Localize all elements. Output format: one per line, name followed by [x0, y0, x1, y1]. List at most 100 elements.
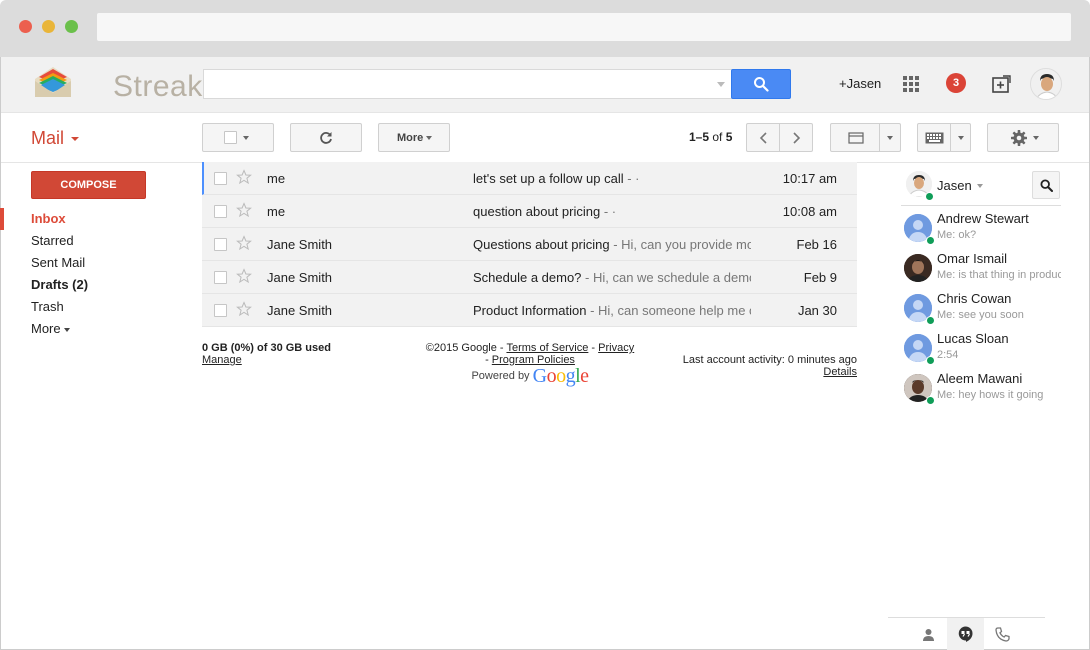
app-header: Streak +Jasen 3	[1, 57, 1089, 113]
sidebar-item-more[interactable]: More	[0, 318, 190, 340]
compose-button[interactable]: COMPOSE	[31, 171, 146, 199]
refresh-button[interactable]	[290, 123, 362, 152]
footer-legal: ©2015 Google - Terms of Service - Privac…	[410, 342, 650, 386]
hangouts-quote-icon	[958, 626, 973, 642]
sidebar-item-drafts[interactable]: Drafts (2)	[0, 274, 190, 296]
search-options-caret-icon[interactable]	[717, 82, 725, 87]
email-subject-snippet: question about pricing - ·	[473, 204, 751, 219]
star-icon[interactable]	[236, 268, 252, 284]
online-status-icon	[925, 192, 934, 201]
streak-logo[interactable]: Streak	[33, 63, 202, 103]
sidebar-more-caret-icon	[63, 327, 70, 332]
search-input[interactable]	[203, 69, 733, 99]
settings-button[interactable]	[987, 123, 1059, 152]
online-status-icon	[926, 396, 935, 405]
hangouts-me[interactable]: Jasen	[901, 168, 1061, 206]
chevron-right-icon	[793, 132, 801, 144]
contact-avatar	[904, 254, 932, 282]
star-icon[interactable]	[236, 235, 252, 251]
settings-caret-icon	[1033, 136, 1039, 140]
search-icon	[754, 77, 769, 92]
google-plus-profile-link[interactable]: +Jasen	[839, 76, 881, 91]
hangouts-search-button[interactable]	[1032, 171, 1060, 199]
row-checkbox[interactable]	[214, 172, 227, 185]
sidebar-item-starred[interactable]: Starred	[0, 230, 190, 252]
select-all-button[interactable]	[202, 123, 274, 152]
sidebar-item-inbox[interactable]: Inbox	[0, 208, 190, 230]
phone-tab[interactable]	[984, 618, 1021, 650]
activity-details-link[interactable]: Details	[823, 366, 857, 378]
hangouts-contact[interactable]: Andrew Stewart Me: ok?	[901, 206, 1061, 246]
email-subject: Questions about pricing	[473, 237, 610, 252]
hangouts-contact[interactable]: Chris Cowan Me: see you soon	[901, 286, 1061, 326]
star-icon[interactable]	[236, 202, 252, 218]
split-pane-icon	[848, 132, 864, 144]
email-date: 10:17 am	[782, 171, 837, 186]
split-pane-button[interactable]	[830, 123, 880, 152]
sidebar-item-sent-mail[interactable]: Sent Mail	[0, 252, 190, 274]
storage-info: 0 GB (0%) of 30 GB used Manage	[202, 342, 331, 366]
storage-usage: 0 GB (0%) of 30 GB used	[202, 342, 331, 354]
contact-status: 2:54	[937, 349, 959, 361]
apps-grid-icon[interactable]	[903, 76, 919, 92]
table-row[interactable]: Jane Smith Product Information - Hi, can…	[202, 294, 857, 327]
window-maximize-button[interactable]	[65, 20, 78, 33]
phone-icon	[995, 627, 1010, 642]
share-plus-icon[interactable]	[991, 74, 1011, 94]
hangouts-me-name: Jasen	[937, 178, 972, 193]
input-tools-button[interactable]	[917, 123, 951, 152]
contact-name: Aleem Mawani	[937, 371, 1023, 386]
hangouts-contact[interactable]: Omar Ismail Me: is that thing in product…	[901, 246, 1061, 286]
newer-page-button[interactable]	[746, 123, 780, 152]
online-status-icon	[926, 236, 935, 245]
person-icon	[923, 629, 934, 641]
keyboard-icon	[925, 132, 944, 144]
powered-by: Powered by Google	[410, 366, 650, 386]
older-page-button[interactable]	[779, 123, 813, 152]
more-actions-button[interactable]: More	[378, 123, 450, 152]
mail-app-switcher[interactable]: Mail	[31, 128, 64, 149]
row-checkbox[interactable]	[214, 205, 227, 218]
email-snippet: - ·	[623, 171, 640, 186]
email-snippet: - Hi, can someone help me c	[586, 303, 751, 318]
footer-separator: -	[588, 342, 599, 354]
select-all-checkbox[interactable]	[224, 131, 237, 144]
email-date: Jan 30	[797, 303, 837, 318]
input-tools-dropdown[interactable]	[950, 123, 971, 152]
email-subject: Product Information	[473, 303, 587, 318]
split-pane-dropdown[interactable]	[879, 123, 901, 152]
hangouts-me-caret-icon	[977, 184, 983, 188]
account-activity: Last account activity: 0 minutes ago Det…	[683, 354, 857, 378]
terms-link[interactable]: Terms of Service	[506, 342, 588, 354]
hangouts-tab[interactable]	[947, 618, 984, 650]
table-row[interactable]: Jane Smith Schedule a demo? - Hi, can we…	[202, 261, 857, 294]
contact-status: Me: is that thing in production	[937, 269, 1061, 281]
table-row[interactable]: me question about pricing - · 10:08 am	[202, 195, 857, 228]
account-avatar[interactable]	[1030, 68, 1062, 100]
row-checkbox[interactable]	[214, 271, 227, 284]
star-icon[interactable]	[236, 301, 252, 317]
privacy-link[interactable]: Privacy	[598, 342, 634, 354]
contact-name: Omar Ismail	[937, 251, 1008, 266]
address-bar[interactable]	[97, 13, 1071, 41]
select-caret-icon	[243, 136, 249, 140]
star-icon[interactable]	[236, 169, 252, 185]
sidebar-item-trash[interactable]: Trash	[0, 296, 190, 318]
email-sender: Jane Smith	[267, 237, 333, 252]
window-minimize-button[interactable]	[42, 20, 55, 33]
mail-switcher-caret-icon[interactable]	[71, 137, 79, 141]
manage-storage-link[interactable]: Manage	[202, 354, 331, 366]
contacts-tab[interactable]	[910, 618, 947, 650]
row-checkbox[interactable]	[214, 304, 227, 317]
table-row[interactable]: Jane Smith Questions about pricing - Hi,…	[202, 228, 857, 261]
notification-badge[interactable]: 3	[946, 73, 966, 93]
search-button[interactable]	[731, 69, 791, 99]
browser-chrome	[0, 0, 1090, 57]
table-row[interactable]: me let's set up a follow up call - · 10:…	[202, 162, 857, 195]
hangouts-panel: Jasen Andrew Stewart Me: ok? Omar Ismail…	[901, 168, 1061, 406]
window-close-button[interactable]	[19, 20, 32, 33]
last-activity-text: Last account activity: 0 minutes ago	[682, 354, 857, 366]
hangouts-contact[interactable]: Aleem Mawani Me: hey hows it going	[901, 366, 1061, 406]
row-checkbox[interactable]	[214, 238, 227, 251]
hangouts-contact[interactable]: Lucas Sloan 2:54	[901, 326, 1061, 366]
